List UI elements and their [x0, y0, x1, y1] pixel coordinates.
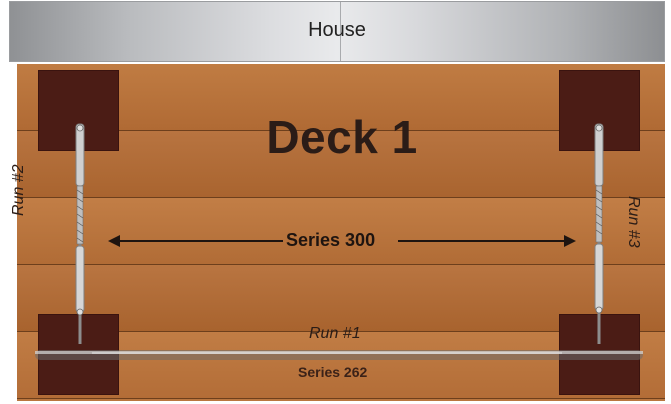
run-1-series-label: Series 262: [298, 364, 368, 380]
run-3-label: Run #3: [625, 196, 642, 248]
run-2-label: Run #2: [10, 164, 27, 216]
deck-title: Deck 1: [266, 111, 418, 163]
turnbuckle-icon: [594, 123, 604, 344]
run-1-label: Run #1: [309, 325, 361, 342]
turnbuckle-icon: [75, 123, 85, 344]
cable-icon: [35, 350, 643, 360]
span-label: Series 300: [286, 230, 376, 250]
cable-overlay: [35, 123, 643, 360]
